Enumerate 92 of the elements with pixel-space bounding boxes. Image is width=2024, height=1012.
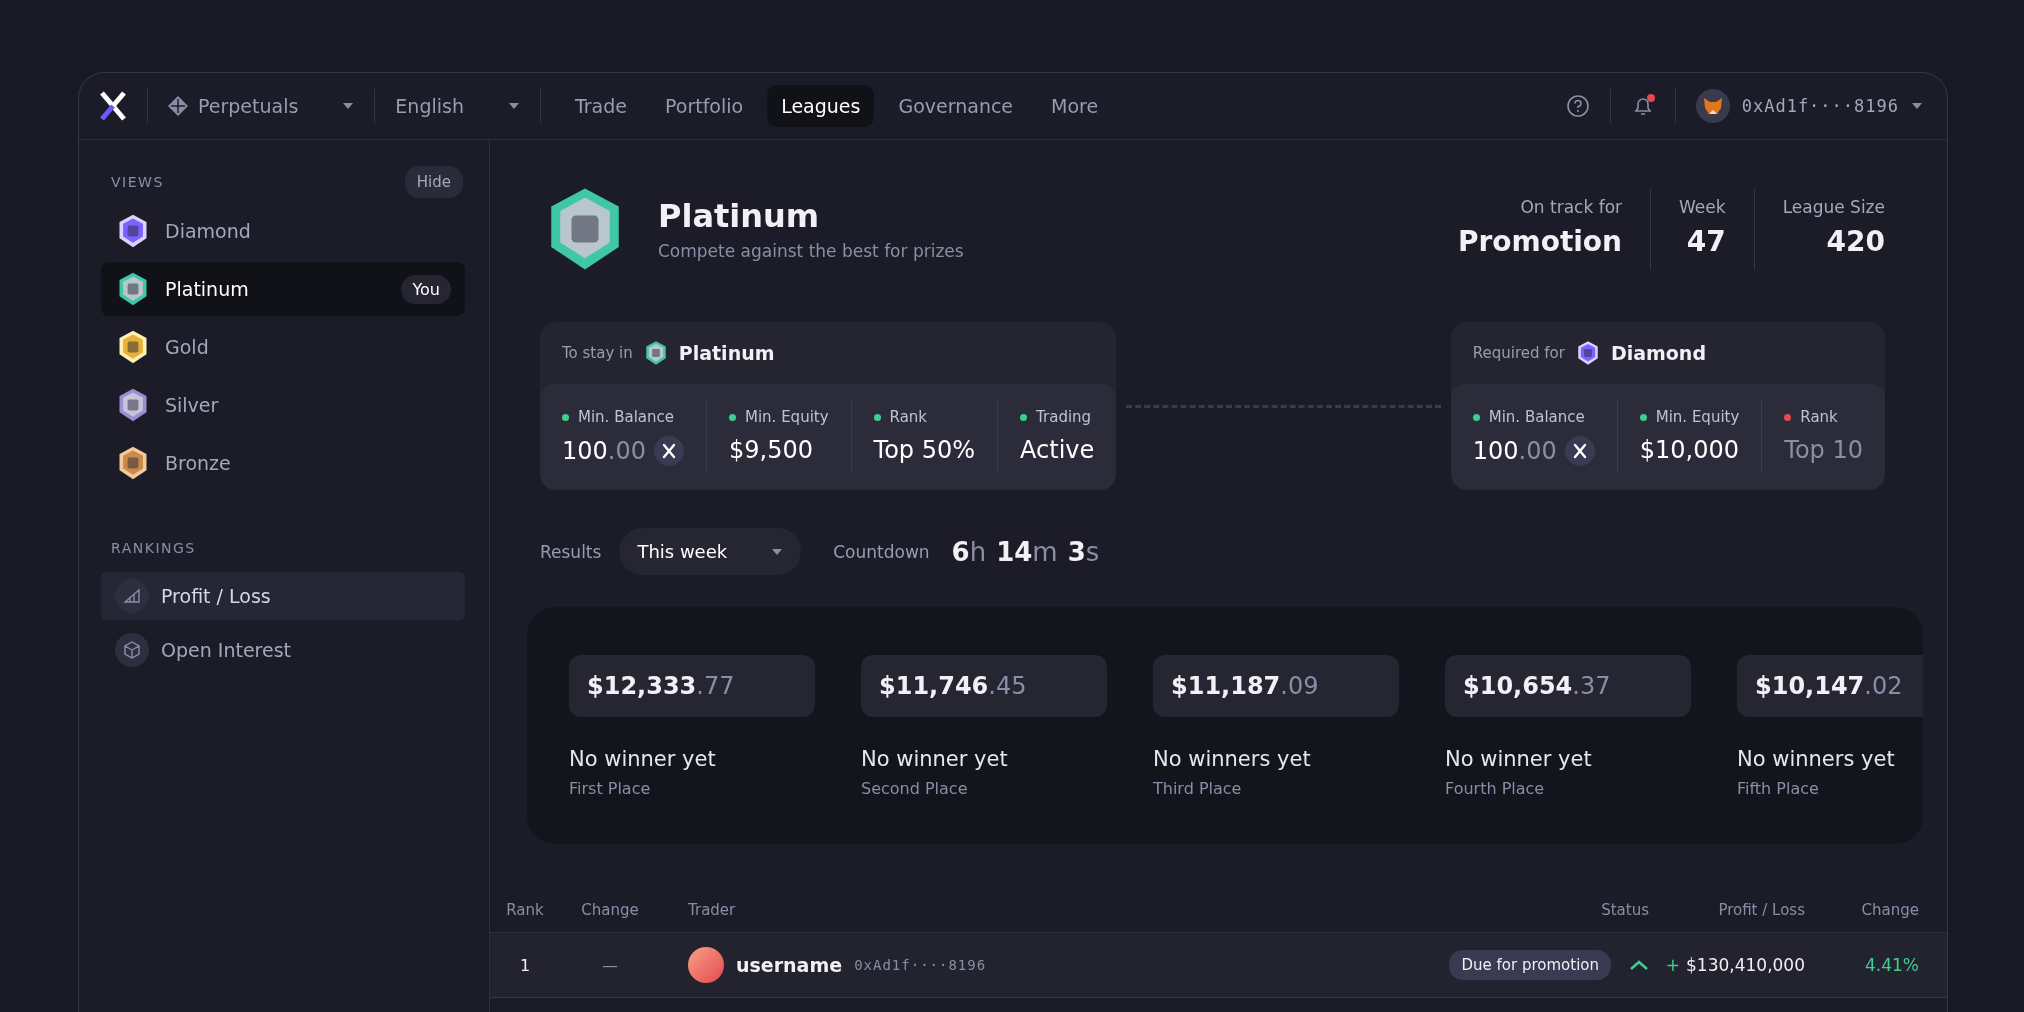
market-selector[interactable]: Perpetuals [168, 95, 355, 117]
requirement-label: Min. Equity [1655, 408, 1740, 426]
requirement-value: Active [1020, 436, 1095, 464]
league-item[interactable]: Silver [101, 378, 465, 432]
status-badge: Due for promotion [1449, 950, 1611, 980]
column-header: Status [1601, 901, 1649, 919]
winner-text: No winner yet [569, 747, 717, 771]
requirement-league: Platinum [678, 342, 775, 364]
fox-avatar-icon [1695, 89, 1730, 123]
prize-amount: $12,333.77 [569, 655, 815, 717]
requirement-label: Trading [1036, 408, 1092, 426]
prize-amount: $10,654.37 [1445, 655, 1691, 717]
diamond-grid-icon [168, 96, 188, 116]
nav-tab[interactable]: More [1037, 85, 1113, 127]
prize-amount: $10,147.02 [1737, 655, 1923, 717]
help-icon[interactable] [1565, 94, 1590, 118]
place-label: Fifth Place [1737, 779, 1820, 798]
you-badge: You [401, 274, 451, 304]
avatar-circle [688, 947, 724, 983]
league-title: Platinum [658, 197, 821, 235]
caret-icon [771, 547, 784, 556]
account-button[interactable]: 0xAd1f····8196 [1695, 89, 1923, 123]
username: username [736, 954, 843, 976]
token-icon [654, 436, 684, 466]
rank-cell-text: 1 [518, 955, 532, 975]
requirement-label: Min. Equity [745, 408, 829, 426]
place-label: Second Place [861, 779, 969, 798]
requirement-value: $10,000 [1639, 436, 1739, 464]
stat-label: On track for [1520, 196, 1623, 217]
chevron-up-icon [1629, 959, 1649, 971]
nav-tab[interactable]: Portfolio [651, 85, 758, 127]
stat-value: 420 [1826, 224, 1885, 258]
change-percent-cell: 4.41% [1865, 955, 1919, 975]
token-icon [1564, 436, 1595, 466]
bar-chart-icon [115, 579, 149, 613]
league-item[interactable]: Diamond [101, 204, 465, 258]
logo-icon[interactable] [99, 91, 127, 121]
prize-amount: $11,746.45 [861, 655, 1107, 717]
ranking-item[interactable]: Open Interest [101, 626, 465, 674]
stat-label: Week [1679, 196, 1726, 217]
wallet-address: 0xAd1f····8196 [854, 957, 987, 973]
requirement-value: Top 10 [1784, 436, 1863, 464]
countdown-timer: 6h 14m 3s [951, 536, 1100, 567]
profit-loss-cell-text: + $130,410,000 [1664, 955, 1805, 975]
requirement-label: Rank [889, 408, 928, 426]
change-cell-text: — [601, 955, 619, 975]
place-label: Fourth Place [1445, 779, 1546, 798]
requirement-value: Top 50% [873, 436, 976, 464]
results-label: Results [540, 541, 602, 562]
ranking-item[interactable]: Profit / Loss [101, 572, 465, 620]
language-selector[interactable]: English [395, 95, 520, 117]
requirement-value: $9,500 [729, 436, 813, 464]
hide-button[interactable]: Hide [404, 166, 463, 198]
stat-value: Promotion [1457, 224, 1623, 258]
nav-tab[interactable]: Trade [560, 85, 641, 127]
winner-text: No winner yet [1445, 747, 1593, 771]
section-heading: VIEWS [111, 174, 164, 190]
requirement-league: Diamond [1610, 342, 1706, 364]
place-label: First Place [569, 779, 652, 798]
nav-tab[interactable]: Governance [884, 85, 1028, 127]
column-header: Rank [505, 901, 545, 919]
column-header: Profit / Loss [1718, 901, 1805, 919]
requirement-label: Min. Balance [1488, 408, 1585, 426]
prize-amount: $11,187.09 [1153, 655, 1399, 717]
league-item[interactable]: Gold [101, 320, 465, 374]
column-header: Change [1861, 901, 1919, 919]
winner-text: No winners yet [1737, 747, 1896, 771]
league-subtitle: Compete against the best for prizes [658, 241, 964, 261]
cube-icon [115, 633, 149, 667]
requirement-lead: Required for [1472, 344, 1565, 362]
place-label: Third Place [1153, 779, 1243, 798]
requirement-lead: To stay in [562, 344, 633, 362]
period-dropdown[interactable]: This week [619, 528, 802, 575]
leaderboard-row[interactable]: 1 — username 0xAd1f····8196 Due for promotion + $130,410,000 4.41% [490, 933, 1947, 998]
requirement-value: 100.00 [1472, 437, 1557, 465]
requirement-label: Min. Balance [578, 408, 674, 426]
nav-tab[interactable]: Leagues [767, 85, 875, 127]
winner-text: No winners yet [1153, 747, 1312, 771]
league-item[interactable]: Platinum You [101, 262, 465, 316]
column-header: Trader [687, 901, 737, 919]
stat-label: League Size [1782, 196, 1885, 217]
requirement-value: 100.00 [562, 437, 646, 465]
stat-value: 47 [1686, 224, 1726, 258]
caret-icon [1911, 102, 1923, 110]
caret-icon [342, 102, 355, 110]
winner-text: No winner yet [861, 747, 1009, 771]
requirement-label: Rank [1800, 408, 1838, 426]
column-header: Change [580, 901, 640, 919]
caret-icon [507, 102, 520, 110]
league-item[interactable]: Bronze [101, 436, 465, 490]
section-heading: RANKINGS [111, 540, 196, 556]
countdown-label: Countdown [833, 541, 930, 562]
